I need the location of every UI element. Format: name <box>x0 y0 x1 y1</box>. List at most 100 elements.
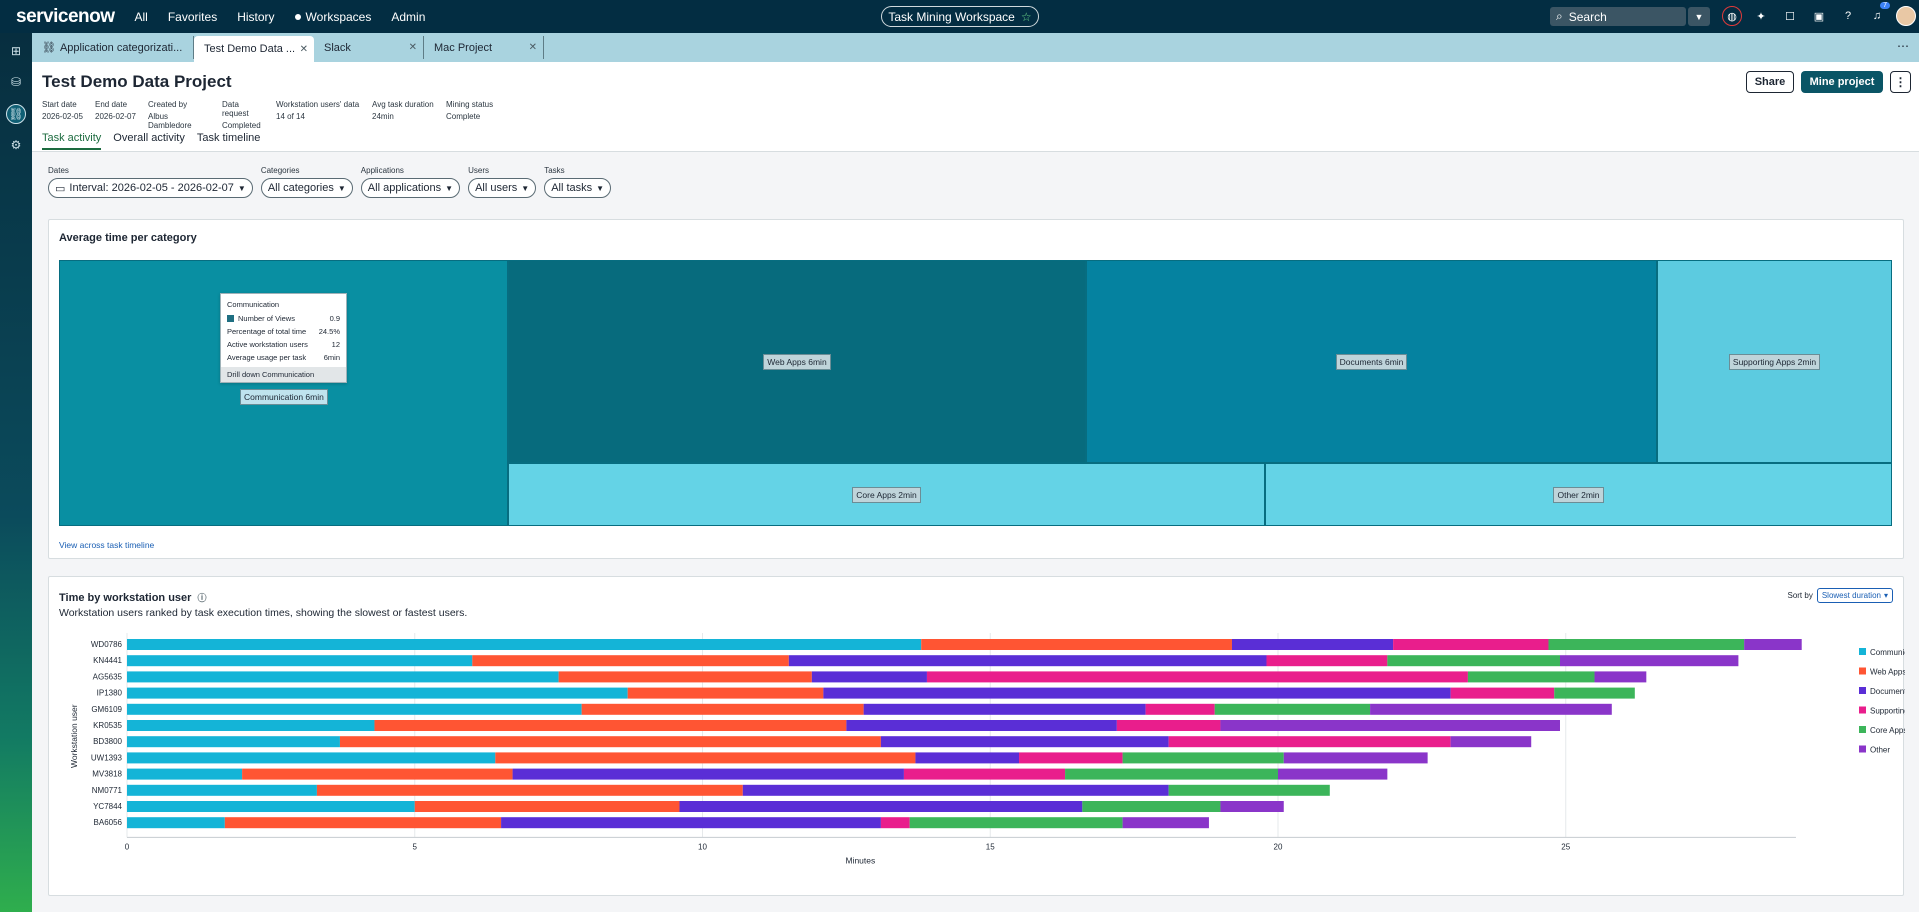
bar-segment[interactable] <box>495 752 916 764</box>
bar-segment[interactable] <box>127 720 375 731</box>
bar-segment[interactable] <box>512 768 904 780</box>
bar-segment[interactable] <box>1283 752 1428 764</box>
bar-segment[interactable] <box>1266 655 1388 667</box>
bell-icon[interactable]: ♫ 7 <box>1867 2 1890 26</box>
bar-segment[interactable] <box>1548 639 1745 650</box>
treemap-cell-core-apps[interactable]: Core Apps 2min <box>508 463 1265 526</box>
workspace-switcher[interactable]: Task Mining Workspace ☆ <box>881 6 1039 27</box>
bar-segment[interactable] <box>1393 639 1549 650</box>
bar-segment[interactable] <box>1019 752 1123 764</box>
bar-segment[interactable] <box>501 817 881 829</box>
bar-segment[interactable] <box>242 768 513 780</box>
sparkle-icon[interactable]: ✦ <box>1751 6 1771 26</box>
tasks-filter[interactable]: All tasks ▼ <box>544 178 612 198</box>
bar-segment[interactable] <box>127 671 559 683</box>
inbox-icon[interactable]: ▣ <box>1809 6 1829 26</box>
nav-all[interactable]: All <box>135 10 148 24</box>
applications-filter[interactable]: All applications ▼ <box>360 178 461 198</box>
bar-segment[interactable] <box>316 784 743 796</box>
bar-segment[interactable] <box>909 817 1123 829</box>
bar-segment[interactable] <box>846 720 1117 731</box>
bar-segment[interactable] <box>921 639 1232 650</box>
bar-segment[interactable] <box>1122 752 1284 764</box>
user-avatar[interactable] <box>1896 6 1916 26</box>
bar-segment[interactable] <box>1168 736 1451 748</box>
nav-favorites[interactable]: Favorites <box>168 10 217 24</box>
bar-segment[interactable] <box>880 736 1169 748</box>
link-icon[interactable]: ⛓ <box>6 104 26 124</box>
view-task-timeline-link[interactable]: View across task timeline <box>59 540 154 550</box>
bar-segment[interactable] <box>863 703 1146 715</box>
bar-segment[interactable] <box>926 671 1468 683</box>
bar-segment[interactable] <box>1559 655 1739 667</box>
bar-segment[interactable] <box>1122 817 1209 829</box>
bar-segment[interactable] <box>811 671 927 683</box>
bar-segment[interactable] <box>1082 801 1221 812</box>
bar-segment[interactable] <box>1387 655 1560 667</box>
bar-segment[interactable] <box>1467 671 1595 683</box>
treemap-cell-web-apps[interactable]: Web Apps 6min <box>508 260 1086 463</box>
bar-segment[interactable] <box>627 687 824 699</box>
bar-segment[interactable] <box>472 655 789 667</box>
bar-segment[interactable] <box>1220 720 1560 731</box>
chat-icon[interactable]: ☐ <box>1780 6 1800 26</box>
bar-segment[interactable] <box>127 655 473 667</box>
nav-workspaces[interactable]: Workspaces <box>294 10 371 24</box>
close-icon[interactable]: ✕ <box>300 44 308 55</box>
bar-segment[interactable] <box>1594 671 1647 683</box>
close-icon[interactable]: ✕ <box>409 42 417 53</box>
bar-segment[interactable] <box>127 817 225 829</box>
bar-segment[interactable] <box>581 703 864 715</box>
bar-segment[interactable] <box>1116 720 1221 731</box>
treemap-cell-other[interactable]: Other 2min <box>1265 463 1892 526</box>
bar-segment[interactable] <box>127 687 628 699</box>
more-tabs-icon[interactable]: ⋯ <box>1897 39 1909 53</box>
global-search[interactable]: ⌕ Search <box>1550 7 1686 26</box>
users-filter[interactable]: All users ▼ <box>468 178 537 198</box>
bar-segment[interactable] <box>788 655 1267 667</box>
bar-segment[interactable] <box>127 801 415 812</box>
bar-segment[interactable] <box>1145 703 1215 715</box>
bar-segment[interactable] <box>679 801 1083 812</box>
bar-segment[interactable] <box>1168 784 1330 796</box>
settings-icon[interactable]: ⚙ <box>6 135 26 155</box>
bar-segment[interactable] <box>1370 703 1612 715</box>
bar-segment[interactable] <box>339 736 881 748</box>
tab-application-categorization[interactable]: ⛓ Application categorizati... <box>32 36 194 59</box>
drill-down-link[interactable]: Drill down Communication <box>221 367 346 382</box>
tab-test-demo-data[interactable]: Test Demo Data ... ✕ <box>194 36 314 62</box>
dates-filter[interactable]: ▭ Interval: 2026-02-05 - 2026-02-07 ▼ <box>48 178 253 198</box>
treemap-cell-supporting-apps[interactable]: Supporting Apps 2min <box>1657 260 1892 463</box>
tab-overall-activity[interactable]: Overall activity <box>113 132 185 150</box>
bar-segment[interactable] <box>127 784 317 796</box>
bar-segment[interactable] <box>127 752 496 764</box>
tab-mac-project[interactable]: Mac Project ✕ <box>424 36 544 59</box>
bar-segment[interactable] <box>1065 768 1278 780</box>
bar-segment[interactable] <box>742 784 1169 796</box>
bar-segment[interactable] <box>127 639 922 650</box>
bar-segment[interactable] <box>1450 736 1532 748</box>
more-actions-icon[interactable]: ⋮ <box>1890 71 1911 93</box>
bar-segment[interactable] <box>880 817 910 829</box>
search-scope-dropdown[interactable]: ▼ <box>1688 7 1710 26</box>
bar-segment[interactable] <box>1231 639 1394 650</box>
tab-task-activity[interactable]: Task activity <box>42 132 102 150</box>
bar-segment[interactable] <box>903 768 1066 780</box>
bar-segment[interactable] <box>915 752 1020 764</box>
bar-segment[interactable] <box>127 703 582 715</box>
bar-segment[interactable] <box>558 671 812 683</box>
nav-admin[interactable]: Admin <box>391 10 425 24</box>
share-button[interactable]: Share <box>1746 71 1794 93</box>
tab-slack[interactable]: Slack ✕ <box>314 36 424 59</box>
star-icon[interactable]: ☆ <box>1021 10 1032 24</box>
bar-segment[interactable] <box>1554 687 1635 699</box>
database-icon[interactable]: ⛁ <box>6 72 26 92</box>
bar-segment[interactable] <box>127 736 340 748</box>
mine-project-button[interactable]: Mine project <box>1801 71 1883 93</box>
bar-segment[interactable] <box>1220 801 1284 812</box>
close-icon[interactable]: ✕ <box>529 42 537 53</box>
bar-segment[interactable] <box>823 687 1451 699</box>
bar-segment[interactable] <box>1744 639 1802 650</box>
hierarchy-icon[interactable]: ⊞ <box>6 41 26 61</box>
servicenow-logo[interactable]: servicenow <box>16 6 115 28</box>
